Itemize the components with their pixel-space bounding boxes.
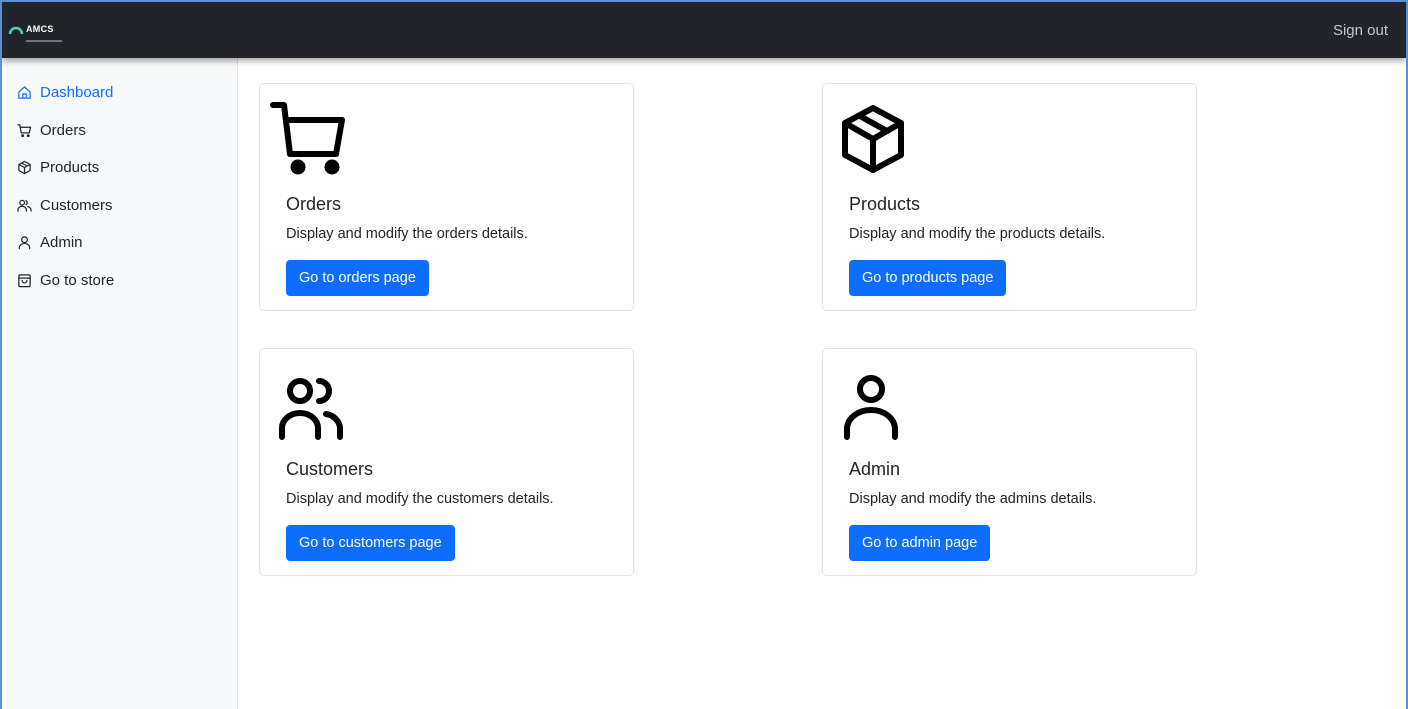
card-title: Admin [849,459,901,479]
logo[interactable]: AMCS [8,19,62,42]
sidebar-item-label: Go to store [40,271,115,289]
sidebar-item-label: Customers [40,196,113,214]
sidebar-item-products[interactable]: Products [2,149,237,187]
person-icon [844,375,898,440]
box-icon [18,161,31,175]
sign-out-link[interactable]: Sign out [1333,22,1388,39]
sidebar-item-label: Dashboard [40,84,114,102]
go-to-orders-button[interactable]: Go to orders page [286,260,429,296]
card-description: Display and modify the products details. [849,226,1106,242]
card-description: Display and modify the orders details. [286,226,528,242]
box-icon [842,105,904,173]
dashboard-main: Orders Display and modify the orders det… [239,58,1406,709]
card-title: Orders [286,194,342,214]
orders-card: Orders Display and modify the orders det… [259,83,634,311]
sidebar-item-orders[interactable]: Orders [2,112,237,150]
go-to-customers-button[interactable]: Go to customers page [286,525,455,561]
card-description: Display and modify the customers details… [286,491,554,507]
card-title: Customers [286,459,374,479]
app-frame: AMCS Sign out Dashboard Orders Products [0,0,1408,709]
people-icon [17,199,32,212]
sidebar-item-dashboard[interactable]: Dashboard [2,74,237,112]
person-icon [18,236,31,250]
house-icon [18,86,31,99]
go-to-admin-button[interactable]: Go to admin page [849,525,991,561]
card-title: Products [849,194,921,214]
sidebar-item-admin[interactable]: Admin [2,224,237,262]
sidebar-item-label: Products [40,159,100,177]
admin-card: Admin Display and modify the admins deta… [822,348,1197,576]
people-icon [279,378,343,440]
logo-tagline-mark [26,39,62,42]
card-description: Display and modify the admins details. [849,491,1097,507]
go-to-products-button[interactable]: Go to products page [849,260,1007,296]
bag-icon [18,274,31,287]
cart-icon [17,124,32,137]
sidebar-item-go-to-store[interactable]: Go to store [2,262,237,300]
logo-text: AMCS [26,23,54,34]
products-card: Products Display and modify the products… [822,83,1197,311]
customers-card: Customers Display and modify the custome… [259,348,634,576]
cart-icon [270,102,345,175]
sidebar-item-label: Admin [40,234,83,252]
sidebar-item-label: Orders [40,121,86,139]
top-navbar: AMCS Sign out [2,2,1406,58]
logo-icon [8,26,24,35]
sidebar-item-customers[interactable]: Customers [2,187,237,225]
sidebar: Dashboard Orders Products Customers Admi… [2,58,238,709]
